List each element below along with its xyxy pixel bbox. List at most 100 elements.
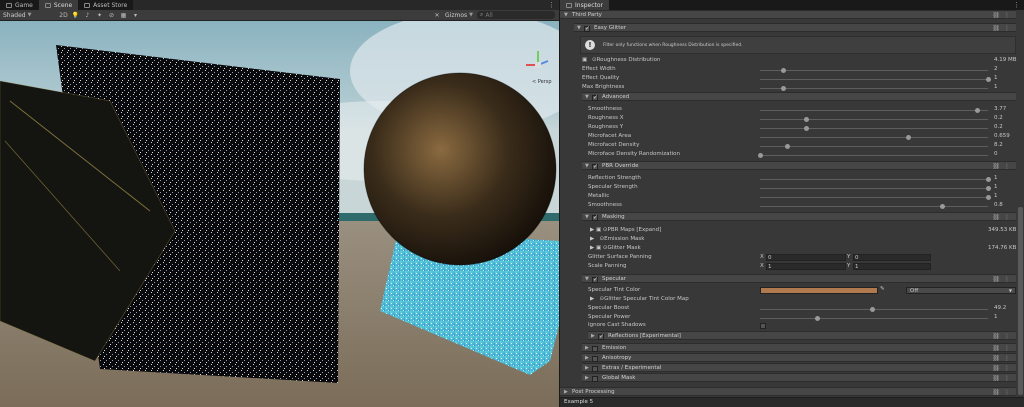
slider-knob[interactable] [986, 186, 991, 191]
microfacet-density-slider[interactable] [760, 144, 988, 149]
smoothness-slider[interactable] [760, 108, 988, 113]
slider-knob[interactable] [780, 86, 786, 91]
smoothness-value[interactable]: 3.77 [994, 106, 1006, 112]
slider-knob[interactable] [986, 177, 991, 182]
slider-knob[interactable] [785, 144, 791, 149]
metallic-value[interactable]: 1 [994, 193, 998, 199]
more-icon[interactable]: ⋮ [1004, 375, 1010, 382]
reflection-strength-slider[interactable] [760, 177, 991, 182]
scale-panning-y-field[interactable]: 1 [853, 263, 931, 270]
link-icon[interactable]: ⛓ [992, 389, 1000, 396]
roughness-x-slider[interactable] [760, 117, 988, 122]
ignore-cast-checkbox[interactable] [760, 323, 766, 329]
texture-thumb-icon[interactable]: ▣ [582, 57, 587, 63]
eyedropper-icon[interactable]: ✎ [880, 286, 885, 292]
microfacet-area-value[interactable]: 0.659 [994, 133, 1010, 139]
effects-icon[interactable]: ✦ [95, 11, 103, 19]
specular-power-slider[interactable] [760, 316, 988, 321]
microfacet-density-value[interactable]: 8.2 [994, 142, 1003, 148]
grid-icon[interactable]: ▦ [119, 11, 127, 19]
link-icon[interactable]: ⛓ [992, 355, 1000, 362]
slider-knob[interactable] [780, 68, 786, 73]
link-icon[interactable]: ⛓ [992, 276, 1000, 283]
emission-mask-row[interactable]: ▶ ⊙Emission Mask [590, 236, 644, 242]
microfacet-area-slider[interactable] [760, 135, 988, 140]
scene-tab-menu-icon[interactable]: ⋮ [548, 0, 555, 10]
scale-panning-x-field[interactable]: 1 [766, 263, 846, 270]
lighting-icon[interactable]: 💡 [71, 11, 79, 19]
shading-mode-dropdown[interactable]: Shaded ▼ [3, 12, 31, 19]
max-brightness-value[interactable]: 1 [994, 84, 998, 90]
link-icon[interactable]: ⛓ [992, 345, 1000, 352]
specular-boost-slider[interactable] [760, 307, 988, 312]
inspector-scrollbar[interactable] [1018, 207, 1023, 395]
slider-knob[interactable] [986, 195, 991, 200]
more-icon[interactable]: ⋮ [1004, 345, 1010, 352]
tab-asset-store[interactable]: Asset Store [78, 0, 133, 10]
more-icon[interactable]: ⋮ [1004, 355, 1010, 362]
pbr-maps-row[interactable]: ▶ ▣ ⊙PBR Maps [Expand] [590, 227, 661, 233]
section-post-processing[interactable]: ▶ Post Processing ⛓ ⋮ [560, 387, 1016, 396]
pbr-smoothness-value[interactable]: 0.8 [994, 202, 1003, 208]
roughness-y-value[interactable]: 0.2 [994, 124, 1003, 130]
inspector-tab-menu-icon[interactable]: ⋮ [1013, 0, 1020, 10]
section-global-mask[interactable]: ▶ Global Mask ⛓ ⋮ [582, 373, 1016, 382]
max-brightness-slider[interactable] [760, 86, 988, 91]
slider-knob[interactable] [803, 117, 809, 122]
metallic-slider[interactable] [760, 195, 991, 200]
glitter-panning-y-field[interactable]: 0 [853, 254, 931, 261]
glitter-mask-row[interactable]: ▶ ▣ ⊙Glitter Mask [590, 245, 641, 251]
masking-toggle[interactable] [592, 214, 598, 221]
specular-toggle[interactable] [592, 276, 598, 283]
specular-power-value[interactable]: 1 [994, 314, 998, 320]
pbr-override-toggle[interactable] [592, 163, 598, 170]
microface-rand-value[interactable]: 0 [994, 151, 998, 157]
extra-menu-icon[interactable]: ▾ [131, 11, 139, 19]
link-icon[interactable]: ⛓ [992, 25, 1000, 32]
more-icon[interactable]: ⋮ [1004, 214, 1010, 221]
effect-quality-slider[interactable] [760, 77, 991, 82]
section-advanced[interactable]: ▼ Advanced [582, 92, 1016, 101]
section-extras[interactable]: ▶ Extras / Experimental ⛓ ⋮ [582, 363, 1016, 372]
more-icon[interactable]: ⋮ [1004, 276, 1010, 283]
link-icon[interactable]: ⛓ [992, 214, 1000, 221]
slider-knob[interactable] [940, 204, 946, 209]
section-specular[interactable]: ▼ Specular ⛓⋮ [582, 274, 1016, 283]
slider-knob[interactable] [869, 307, 875, 312]
roughness-y-slider[interactable] [760, 126, 988, 131]
slider-knob[interactable] [986, 77, 991, 82]
specular-strength-value[interactable]: 1 [994, 184, 998, 190]
effect-width-slider[interactable] [760, 68, 988, 73]
reflections-toggle[interactable] [598, 333, 604, 340]
more-icon[interactable]: ⋮ [1004, 389, 1010, 396]
slider-knob[interactable] [803, 126, 809, 131]
scene-viewport[interactable]: < Persp [0, 21, 559, 407]
specular-tint-swatch[interactable] [760, 287, 878, 294]
more-icon[interactable]: ⋮ [1004, 333, 1010, 340]
slider-knob[interactable] [974, 108, 980, 113]
emission-toggle[interactable] [592, 345, 598, 352]
more-icon[interactable]: ⋮ [1004, 25, 1010, 32]
search-field[interactable]: ⌕ All [477, 11, 555, 19]
glitter-panning-x-field[interactable]: 0 [766, 254, 846, 261]
tab-inspector[interactable]: Inspector [560, 0, 609, 10]
roughness-x-value[interactable]: 0.2 [994, 115, 1003, 121]
link-icon[interactable]: ⛓ [992, 163, 1000, 170]
section-emission[interactable]: ▶ Emission ⛓ ⋮ [582, 343, 1016, 352]
gizmos-dropdown[interactable]: Gizmos ▼ [445, 12, 473, 19]
hidden-objects-icon[interactable]: ⊘ [107, 11, 115, 19]
tab-game[interactable]: Game [0, 0, 39, 10]
more-icon[interactable]: ⋮ [1004, 12, 1010, 19]
pbr-smoothness-slider[interactable] [760, 204, 988, 209]
easy-glitter-toggle[interactable] [584, 25, 590, 32]
audio-icon[interactable]: ♪ [83, 11, 91, 19]
specular-strength-slider[interactable] [760, 186, 991, 191]
section-easy-glitter[interactable]: ▼ Easy Glitter ⛓⋮ [574, 23, 1016, 32]
section-pbr-override[interactable]: ▼ PBR Override ⛓⋮ [582, 161, 1016, 170]
section-masking[interactable]: ▼ Masking ⛓⋮ [582, 212, 1016, 221]
advanced-toggle[interactable] [592, 94, 598, 101]
section-third-party[interactable]: ▼ Third Party ⛓ ⋮ [560, 10, 1016, 19]
more-icon[interactable]: ⋮ [1004, 365, 1010, 372]
specular-boost-value[interactable]: 49.2 [994, 305, 1006, 311]
link-icon[interactable]: ⛓ [992, 375, 1000, 382]
